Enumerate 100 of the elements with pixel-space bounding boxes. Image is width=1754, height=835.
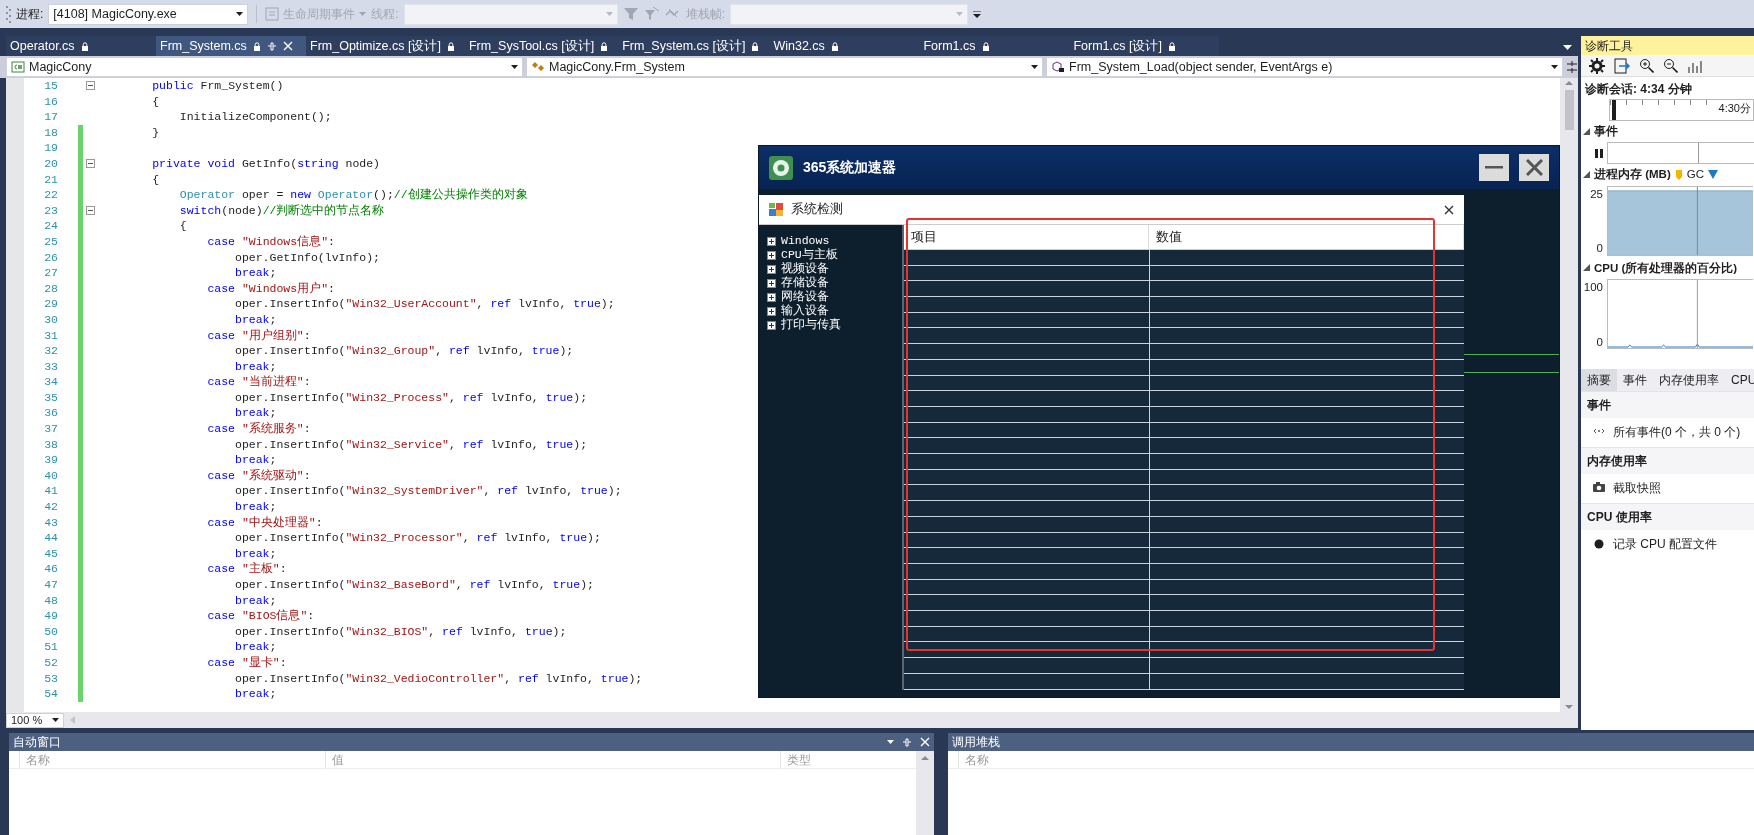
line-number: 25 [43, 233, 58, 250]
project-dropdown[interactable]: MagicCony [6, 57, 523, 77]
lock-icon [981, 41, 990, 51]
code-line: case "Windows信息": [207, 233, 335, 250]
expand-icon[interactable] [767, 278, 776, 288]
code-line: oper.InsertInfo("Win32_BIOS", ref lvInfo, true); [235, 623, 567, 640]
zoom-out-icon[interactable] [1663, 58, 1678, 73]
export-icon[interactable] [1614, 57, 1630, 74]
tool-window-title: 调用堆栈 [952, 734, 1000, 751]
toolbar-grip-icon[interactable] [6, 5, 11, 23]
type-dropdown[interactable]: MagicCony.Frm_System [526, 57, 1043, 77]
expand-icon[interactable] [767, 264, 776, 274]
code-line: oper.GetInfo(lvInfo); [235, 249, 380, 266]
line-number: 19 [43, 140, 58, 156]
dropdown-icon[interactable] [887, 740, 894, 744]
toolbar-overflow-icon[interactable] [973, 10, 982, 18]
tree-item[interactable]: 存储设备 [767, 276, 902, 290]
expand-icon[interactable] [767, 292, 776, 302]
code-line: oper.InsertInfo("Win32_Processor", ref lvInfo, true); [235, 530, 601, 546]
legend-label: GC [1686, 167, 1704, 183]
action-link[interactable]: 截取快照 [1613, 478, 1661, 497]
line-number: 43 [43, 514, 58, 531]
record-icon [1593, 537, 1605, 550]
scrollbar-thumb[interactable] [1564, 90, 1574, 130]
diagnostics-tab[interactable]: 内存使用率 [1653, 368, 1725, 391]
code-line: case "Windows用户": [207, 280, 335, 297]
tree-item[interactable]: CPU与主板 [767, 248, 902, 262]
expander-icon[interactable] [1583, 170, 1590, 179]
lock-icon [446, 41, 455, 51]
app-title: 365系统加速器 [803, 158, 897, 177]
diagnostics-tab[interactable]: 摘要 [1581, 368, 1617, 391]
line-number: 41 [43, 483, 58, 500]
column-header[interactable]: 项目 [904, 225, 1149, 249]
tree-label: 网络设备 [781, 289, 829, 304]
tree-item[interactable]: 网络设备 [767, 290, 902, 304]
tab-list-dropdown-icon[interactable] [1563, 45, 1572, 50]
line-number: 30 [43, 311, 58, 328]
line-number: 28 [43, 280, 58, 297]
expand-icon[interactable] [767, 250, 776, 260]
axis-label: 0 [1596, 334, 1603, 350]
line-number: 21 [43, 171, 58, 188]
tool-window-title: 自动窗口 [13, 734, 61, 751]
line-number: 17 [43, 109, 58, 125]
split-editor-icon[interactable] [1566, 61, 1578, 73]
settings-icon[interactable] [1589, 57, 1605, 74]
pause-icon[interactable] [1595, 148, 1603, 158]
code-line: break; [235, 265, 277, 281]
file-tab[interactable]: Form1.cs [919, 36, 1070, 56]
zoom-in-icon[interactable] [1639, 58, 1654, 73]
scroll-up-icon[interactable] [921, 755, 929, 761]
file-tab[interactable]: Form1.cs [设计] [1069, 36, 1220, 56]
lock-icon [751, 41, 760, 51]
file-tab[interactable]: Frm_Optimize.cs [设计] [306, 36, 465, 56]
file-tab[interactable]: Frm_SysTool.cs [设计] [464, 36, 619, 56]
scroll-up-icon[interactable] [1565, 80, 1573, 86]
column-header[interactable]: 数值 [1149, 225, 1464, 249]
line-number: 47 [43, 577, 58, 593]
member-dropdown[interactable]: Frm_System_Load(object sender, EventArgs e) [1046, 57, 1563, 77]
line-number: 22 [43, 187, 58, 203]
collapse-icon[interactable] [85, 159, 95, 169]
file-tab[interactable]: Frm_System.cs [设计] [618, 36, 770, 56]
file-tab[interactable]: Operator.cs [6, 36, 156, 56]
timeline-ruler[interactable]: 4:30分 [1609, 99, 1754, 121]
line-number: 42 [43, 499, 58, 515]
diagnostics-tab[interactable]: 事件 [1617, 368, 1653, 391]
tree-item[interactable]: 视频设备 [767, 262, 902, 276]
expander-icon[interactable] [1583, 127, 1590, 136]
section-header: 事件 [1581, 390, 1754, 418]
expand-icon[interactable] [767, 236, 776, 246]
code-line: oper.InsertInfo("Win32_SystemDriver", ref lvInfo, true); [235, 483, 622, 500]
file-tab[interactable]: Frm_System.cs [156, 36, 306, 56]
minimize-button[interactable] [1479, 154, 1509, 181]
tree-item[interactable]: 打印与传真 [767, 318, 902, 332]
pin-icon[interactable] [266, 41, 277, 51]
action-link[interactable]: 记录 CPU 配置文件 [1613, 534, 1717, 553]
scroll-down-icon[interactable] [1565, 704, 1573, 710]
axis-label: 100 [1583, 279, 1603, 295]
collapse-icon[interactable] [85, 206, 95, 216]
close-icon[interactable] [1444, 204, 1454, 215]
vertical-scrollbar[interactable] [916, 751, 934, 835]
expander-icon[interactable] [1583, 264, 1590, 273]
expand-icon[interactable] [767, 306, 776, 316]
code-line: break; [235, 545, 277, 562]
process-dropdown[interactable]: [4108] MagicCony.exe [48, 3, 249, 25]
tree-item[interactable]: 输入设备 [767, 304, 902, 318]
close-button[interactable] [1519, 154, 1549, 181]
line-number: 32 [43, 343, 58, 359]
line-number: 48 [43, 592, 58, 609]
code-line: break; [235, 592, 277, 609]
collapse-icon[interactable] [85, 81, 95, 91]
file-tab[interactable]: Win32.cs [769, 36, 920, 56]
line-number: 31 [43, 327, 58, 344]
line-number: 46 [43, 561, 58, 577]
expand-icon[interactable] [767, 320, 776, 330]
line-number: 37 [43, 421, 58, 437]
line-number: 23 [43, 202, 58, 219]
tree-item[interactable]: Windows [767, 234, 902, 248]
pin-icon[interactable] [902, 737, 912, 747]
line-number: 15 [43, 78, 58, 94]
zoom-dropdown[interactable]: 100 % [6, 712, 64, 728]
